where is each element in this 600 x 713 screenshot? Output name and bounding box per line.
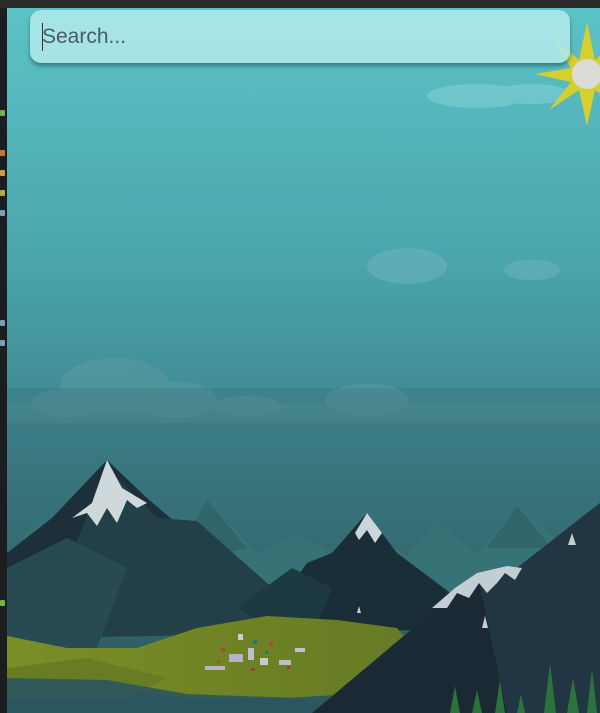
landscape-illustration <box>7 8 600 713</box>
gutter-mark <box>0 190 5 196</box>
gutter-mark <box>0 340 5 346</box>
app-window <box>0 0 600 713</box>
editor-gutter <box>0 8 7 713</box>
gutter-mark <box>0 210 5 216</box>
title-bar <box>0 0 600 8</box>
text-caret <box>42 23 43 51</box>
gutter-mark <box>0 320 5 326</box>
wallpaper-scene <box>7 8 600 713</box>
gutter-mark <box>0 600 5 606</box>
search-input[interactable] <box>42 21 542 52</box>
gutter-mark <box>0 150 5 156</box>
gutter-mark <box>0 170 5 176</box>
gutter-mark <box>0 110 5 116</box>
search-bar[interactable] <box>30 10 570 63</box>
